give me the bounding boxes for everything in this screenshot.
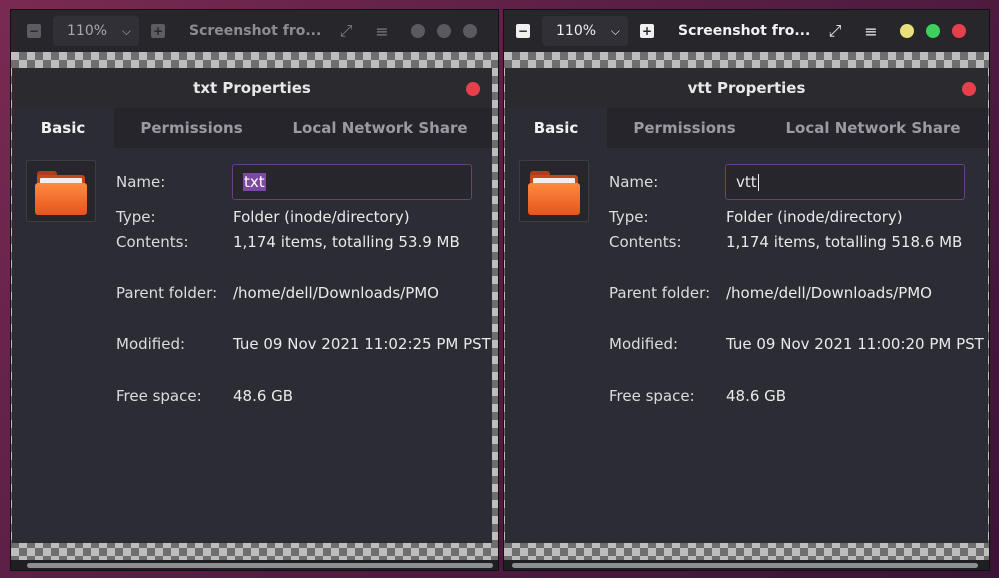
parent-folder-value: /home/dell/Downloads/PMO [726, 284, 932, 302]
expand-icon[interactable]: ⤢ [824, 21, 846, 41]
horizontal-scrollbar[interactable] [512, 563, 978, 568]
chevron-down-icon: ⌵ [610, 23, 620, 38]
window-title: Screenshot fro... [678, 23, 810, 39]
maximize-button[interactable] [437, 24, 451, 38]
zoom-out-button[interactable]: − [516, 24, 530, 38]
name-label: Name: [116, 173, 166, 191]
hamburger-menu-icon[interactable]: ≡ [371, 22, 393, 41]
free-space-value: 48.6 GB [233, 387, 294, 405]
basic-tab-content: Name: vtt Type: Folder (inode/directory) … [505, 148, 988, 543]
name-row: Name: [116, 173, 233, 191]
tab-bar: Basic Permissions Local Network Share [12, 108, 492, 148]
dialog-titlebar: txt Properties [12, 68, 492, 108]
dialog-title: vtt Properties [687, 79, 806, 97]
folder-icon[interactable] [26, 160, 96, 222]
type-label: Type: [116, 208, 156, 226]
modified-row: Modified: Tue 09 Nov 2021 11:02:25 PM PST [116, 335, 491, 353]
contents-label: Contents: [609, 233, 682, 251]
contents-label: Contents: [116, 233, 189, 251]
text-cursor [757, 173, 759, 191]
image-canvas: txt Properties Basic Permissions Local N… [11, 52, 498, 560]
minimize-button[interactable] [411, 24, 425, 38]
modified-row: Modified: Tue 09 Nov 2021 11:00:20 PM PST [609, 335, 984, 353]
contents-row: Contents: 1,174 items, totalling 518.6 MB [609, 233, 962, 251]
name-label: Name: [609, 173, 659, 191]
free-space-label: Free space: [609, 387, 695, 405]
maximize-button[interactable] [926, 24, 940, 38]
type-row: Type: Folder (inode/directory) [609, 208, 903, 226]
zoom-out-button[interactable]: − [27, 24, 41, 38]
tab-permissions[interactable]: Permissions [607, 108, 762, 148]
zoom-in-button[interactable]: + [151, 24, 165, 38]
parent-folder-row: Parent folder: /home/dell/Downloads/PMO [609, 284, 932, 302]
tab-permissions[interactable]: Permissions [114, 108, 269, 148]
tab-basic[interactable]: Basic [505, 108, 607, 148]
parent-folder-label: Parent folder: [116, 284, 218, 302]
folder-icon[interactable] [519, 160, 589, 222]
name-row: Name: [609, 173, 726, 191]
tab-local-network-share[interactable]: Local Network Share [269, 108, 491, 148]
zoom-value: 110% [556, 23, 597, 39]
dialog-title: txt Properties [193, 79, 311, 97]
horizontal-scrollbar[interactable] [27, 563, 493, 568]
name-value: vtt [736, 173, 757, 191]
close-button[interactable] [463, 24, 477, 38]
tab-basic[interactable]: Basic [12, 108, 114, 148]
modified-label: Modified: [116, 335, 186, 353]
zoom-select[interactable]: 110% ⌵ [53, 16, 139, 46]
dialog-close-button[interactable] [962, 82, 976, 96]
free-space-value: 48.6 GB [726, 387, 787, 405]
parent-folder-label: Parent folder: [609, 284, 711, 302]
modified-value: Tue 09 Nov 2021 11:02:25 PM PST [233, 335, 491, 353]
name-input[interactable]: vtt [725, 164, 965, 200]
parent-folder-row: Parent folder: /home/dell/Downloads/PMO [116, 284, 439, 302]
image-canvas: vtt Properties Basic Permissions Local N… [504, 52, 989, 560]
modified-value: Tue 09 Nov 2021 11:00:20 PM PST [726, 335, 984, 353]
type-row: Type: Folder (inode/directory) [116, 208, 410, 226]
image-viewer-window-right[interactable]: − 110% ⌵ + Screenshot fro... ⤢ ≡ vtt Pro… [504, 10, 989, 570]
contents-value: 1,174 items, totalling 53.9 MB [233, 233, 460, 251]
name-input[interactable]: txt [232, 164, 472, 200]
contents-value: 1,174 items, totalling 518.6 MB [726, 233, 963, 251]
window-title: Screenshot fro... [189, 23, 321, 39]
viewer-toolbar: − 110% ⌵ + Screenshot fro... ⤢ ≡ [11, 10, 498, 52]
close-button[interactable] [952, 24, 966, 38]
properties-dialog: vtt Properties Basic Permissions Local N… [505, 68, 988, 543]
chevron-down-icon: ⌵ [121, 23, 131, 38]
tab-local-network-share[interactable]: Local Network Share [762, 108, 984, 148]
type-label: Type: [609, 208, 649, 226]
free-space-row: Free space: 48.6 GB [116, 387, 293, 405]
contents-row: Contents: 1,174 items, totalling 53.9 MB [116, 233, 460, 251]
expand-icon[interactable]: ⤢ [335, 21, 357, 41]
name-value: txt [243, 173, 266, 191]
hamburger-menu-icon[interactable]: ≡ [860, 22, 882, 41]
type-value: Folder (inode/directory) [233, 208, 410, 226]
zoom-select[interactable]: 110% ⌵ [542, 16, 628, 46]
free-space-label: Free space: [116, 387, 202, 405]
tab-bar: Basic Permissions Local Network Share [505, 108, 988, 148]
basic-tab-content: Name: txt Type: Folder (inode/directory) … [12, 148, 492, 543]
zoom-in-button[interactable]: + [640, 24, 654, 38]
parent-folder-value: /home/dell/Downloads/PMO [233, 284, 439, 302]
dialog-close-button[interactable] [466, 82, 480, 96]
type-value: Folder (inode/directory) [726, 208, 903, 226]
free-space-row: Free space: 48.6 GB [609, 387, 786, 405]
zoom-value: 110% [67, 23, 108, 39]
image-viewer-window-left[interactable]: − 110% ⌵ + Screenshot fro... ⤢ ≡ txt Pro… [11, 10, 498, 570]
dialog-titlebar: vtt Properties [505, 68, 988, 108]
modified-label: Modified: [609, 335, 679, 353]
properties-dialog: txt Properties Basic Permissions Local N… [12, 68, 492, 543]
viewer-toolbar: − 110% ⌵ + Screenshot fro... ⤢ ≡ [504, 10, 989, 52]
minimize-button[interactable] [900, 24, 914, 38]
